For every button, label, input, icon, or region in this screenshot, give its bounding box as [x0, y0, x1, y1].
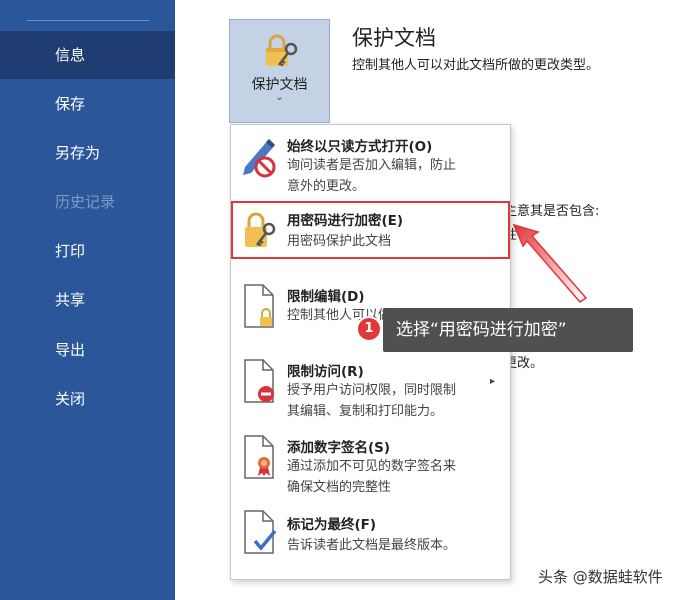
doc-restrict-icon — [239, 358, 279, 408]
sidebar-item-close[interactable]: 关闭 — [0, 375, 175, 423]
protect-document-menu: 始终以只读方式打开(O) 询问读者是否加入编辑，防止 意外的更改。 用密码进行加… — [230, 124, 511, 580]
menu-item-title: 标记为最终(F) — [287, 517, 377, 533]
backstage-sidebar: 信息 保存 另存为 历史记录 打印 共享 导出 关闭 — [0, 0, 175, 600]
menu-item-title: 始终以只读方式打开(O) — [287, 139, 433, 155]
menu-item-description: 询问读者是否加入编辑，防止 意外的更改。 — [287, 158, 457, 194]
menu-item-digital-signature[interactable]: 添加数字签名(S) 通过添加不可见的数字签名来 确保文档的完整性 — [231, 432, 510, 502]
sidebar-item-history: 历史记录 — [55, 193, 116, 211]
highlight-box — [231, 201, 510, 259]
menu-item-description: 授予用户访问权限，同时限制 其编辑、复制和打印能力。 — [287, 383, 457, 419]
lock-key-icon — [262, 32, 302, 76]
doc-check-icon — [239, 509, 279, 559]
instruction-callout: 选择“用密码进行加密” — [383, 308, 633, 352]
sidebar-item-print[interactable]: 打印 — [0, 227, 175, 275]
sidebar-item-share[interactable]: 共享 — [0, 276, 175, 324]
menu-item-description: 告诉读者此文档是最终版本。 — [287, 538, 457, 553]
sidebar-divider — [27, 20, 149, 21]
menu-item-title: 限制访问(R) — [287, 364, 364, 380]
section-title: 保护文档 — [352, 26, 436, 50]
menu-item-title: 限制编辑(D) — [287, 289, 365, 305]
menu-item-title: 添加数字签名(S) — [287, 440, 391, 456]
menu-item-mark-as-final[interactable]: 标记为最终(F) 告诉读者此文档是最终版本。 — [231, 509, 510, 563]
pencil-no-edit-icon — [239, 133, 279, 183]
sidebar-item-save-as[interactable]: 另存为 — [0, 129, 175, 177]
section-description: 控制其他人可以对此文档所做的更改类型。 — [352, 58, 600, 73]
step-number-badge: 1 — [356, 316, 382, 342]
protect-document-button[interactable]: 保护文档 ⌄ — [229, 19, 330, 123]
sidebar-item-export[interactable]: 导出 — [0, 326, 175, 374]
chevron-down-icon: ⌄ — [275, 92, 284, 103]
menu-item-restrict-access[interactable]: 限制访问(R) 授予用户访问权限，同时限制 其编辑、复制和打印能力。 ▸ — [231, 356, 510, 424]
inspect-text-fragment: 主意其是否包含: — [504, 204, 600, 219]
sidebar-item-info[interactable]: 信息 — [0, 31, 175, 79]
sidebar-item-save[interactable]: 保存 — [0, 80, 175, 128]
menu-item-description: 通过添加不可见的数字签名来 确保文档的完整性 — [287, 459, 457, 495]
menu-item-read-only[interactable]: 始终以只读方式打开(O) 询问读者是否加入编辑，防止 意外的更改。 — [231, 131, 510, 201]
chevron-right-icon: ▸ — [490, 376, 496, 387]
protect-document-label: 保护文档 — [251, 77, 308, 93]
menu-item-encrypt-with-password[interactable]: 用密码进行加密(E) 用密码保护此文档 — [231, 201, 510, 259]
doc-ribbon-icon — [239, 434, 279, 484]
doc-lock-icon — [239, 283, 279, 333]
watermark: 头条 @数据蛙软件 — [538, 568, 663, 586]
